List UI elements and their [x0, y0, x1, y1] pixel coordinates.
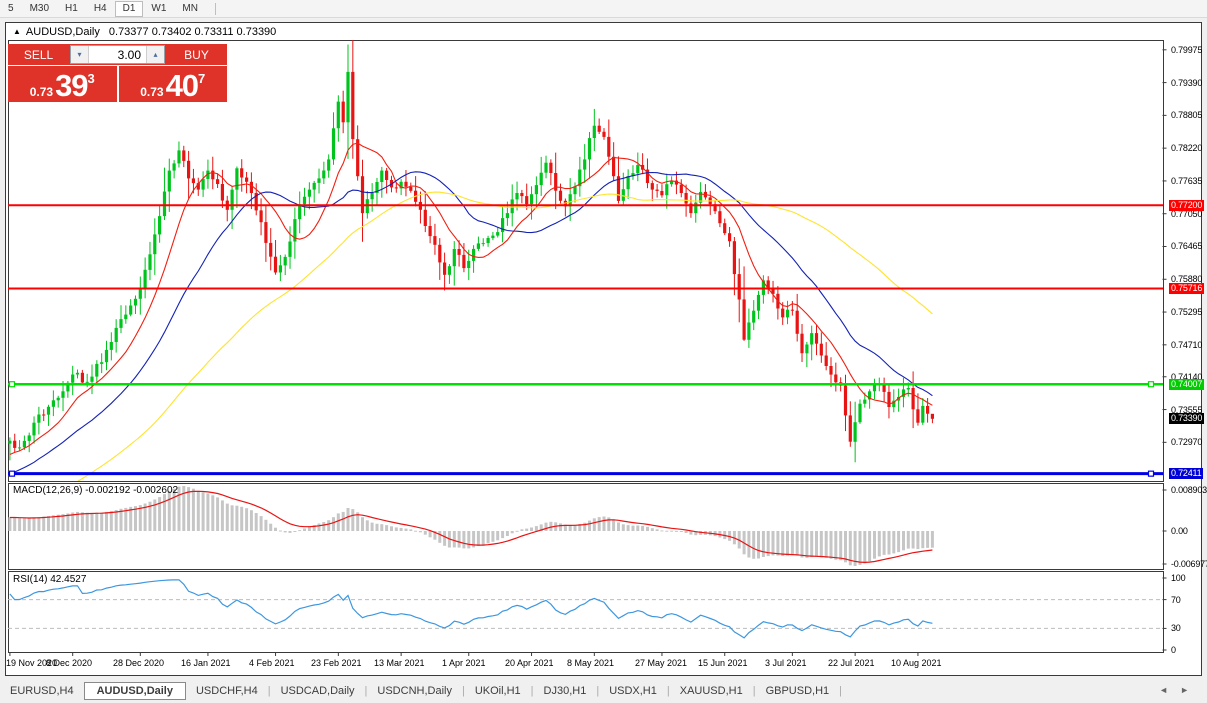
price-label-box-0.74007: 0.74007	[1169, 379, 1204, 390]
rsi-axis-0: 0	[1171, 645, 1176, 655]
price-label-box-0.72411: 0.72411	[1169, 468, 1203, 479]
price-tick-0.75295: 0.75295	[1171, 307, 1202, 317]
collapse-triangle-icon[interactable]: ▲	[13, 27, 21, 36]
price-axis: 0.799750.793900.788050.782200.776350.770…	[1165, 40, 1207, 674]
price-tick-0.79975: 0.79975	[1171, 45, 1202, 55]
toolbar-separator	[215, 3, 216, 15]
date-tick-label: 20 Apr 2021	[505, 658, 554, 668]
hline-0.72411[interactable]	[8, 471, 1163, 476]
tab-audusd-daily[interactable]: AUDUSD,Daily	[84, 682, 186, 700]
buy-price-big-digits: 40	[166, 73, 198, 98]
tab-dj30-h1[interactable]: DJ30,H1	[534, 682, 597, 700]
buy-button[interactable]: BUY	[166, 44, 227, 65]
price-label-box-0.75716: 0.75716	[1169, 283, 1204, 294]
price-label-box-0.77200: 0.77200	[1169, 200, 1204, 211]
chart-title-bar: ▲ AUDUSD,Daily 0.73377 0.73402 0.73311 0…	[6, 23, 1201, 40]
date-tick-label: 27 May 2021	[635, 658, 687, 668]
date-tick-label: 3 Jul 2021	[765, 658, 807, 668]
rsi-axis-70: 70	[1171, 595, 1181, 605]
tab-xauusd-h1[interactable]: XAUUSD,H1	[670, 682, 753, 700]
tab-scroll-arrows[interactable]: ◄►	[1159, 685, 1201, 695]
macd-axis--0.006977: -0.006977	[1171, 559, 1207, 569]
date-tick-label: 13 Mar 2021	[374, 658, 425, 668]
rsi-indicator-label: RSI(14) 42.4527	[13, 574, 86, 585]
price-tick-0.78805: 0.78805	[1171, 110, 1202, 120]
sell-button[interactable]: SELL	[8, 44, 69, 65]
price-tick-0.77635: 0.77635	[1171, 176, 1202, 186]
tf-button-M30[interactable]: M30	[22, 1, 57, 17]
tab-ukoil-h1[interactable]: UKOil,H1	[465, 682, 531, 700]
sma-10-line	[10, 143, 933, 454]
candles-layer[interactable]	[8, 40, 934, 462]
volume-decrease-button[interactable]: ▾	[71, 46, 89, 63]
tf-button-MN[interactable]: MN	[174, 1, 206, 17]
date-tick-label: 1 Apr 2021	[442, 658, 486, 668]
macd-histogram	[8, 486, 934, 566]
date-tick-label: 28 Dec 2020	[113, 658, 164, 668]
date-tick-label: 10 Aug 2021	[891, 658, 942, 668]
price-chart-svg[interactable]	[6, 40, 1201, 674]
tf-button-H4[interactable]: H4	[86, 1, 115, 17]
date-tick-label: 8 Dec 2020	[46, 658, 92, 668]
chart-tab-bar: EURUSD,H4AUDUSD,DailyUSDCHF,H4 | USDCAD,Da…	[0, 678, 1207, 703]
sell-price-prefix: 0.73	[30, 86, 53, 98]
rsi-axis-100: 100	[1171, 573, 1185, 583]
rsi-axis-30: 30	[1171, 623, 1181, 633]
price-tick-0.72970: 0.72970	[1171, 437, 1202, 447]
timeframe-toolbar: 5M30H1H4D1W1MN	[0, 0, 1207, 18]
sell-price-big-digits: 39	[55, 73, 87, 98]
chart-window: ▲ AUDUSD,Daily 0.73377 0.73402 0.73311 0…	[5, 22, 1202, 676]
macd-signal-line	[10, 491, 933, 562]
chart-symbol-title: AUDUSD,Daily	[26, 26, 100, 38]
price-tick-0.79390: 0.79390	[1171, 78, 1202, 88]
tab-usdx-h1[interactable]: USDX,H1	[599, 682, 667, 700]
pane-frames	[9, 41, 1164, 653]
tab-usdchf-h4[interactable]: USDCHF,H4	[186, 682, 268, 700]
tab-gbpusd-h1[interactable]: GBPUSD,H1	[756, 682, 840, 700]
tf-button-H1[interactable]: H1	[57, 1, 86, 17]
date-axis: 19 Nov 20208 Dec 202028 Dec 202016 Jan 2…	[6, 656, 1164, 670]
macd-axis-0.008903: 0.008903	[1171, 485, 1207, 495]
date-tick-label: 15 Jun 2021	[698, 658, 748, 668]
buy-price[interactable]: 0.73 40 7	[119, 66, 228, 102]
tf-button-5[interactable]: 5	[0, 1, 22, 17]
price-label-box-0.73390: 0.73390	[1169, 413, 1204, 424]
tab-usdcad-daily[interactable]: USDCAD,Daily	[271, 682, 365, 700]
tf-button-W1[interactable]: W1	[143, 1, 174, 17]
macd-indicator-label: MACD(12,26,9) -0.002192 -0.002602	[13, 485, 178, 496]
volume-input[interactable]: 3.00	[89, 46, 146, 63]
rsi-line	[10, 580, 933, 638]
price-tick-0.76465: 0.76465	[1171, 241, 1202, 251]
date-tick-label: 23 Feb 2021	[311, 658, 362, 668]
volume-increase-button[interactable]: ▴	[146, 46, 164, 63]
hline-0.74007[interactable]	[8, 382, 1163, 387]
date-tick-label: 8 May 2021	[567, 658, 614, 668]
chart-ohlc-quotes: 0.73377 0.73402 0.73311 0.73390	[109, 26, 276, 38]
one-click-trading-panel: SELL ▾ 3.00 ▴ BUY 0.73 39 3 0.73 40 7	[8, 44, 227, 102]
tab-separator: |	[839, 685, 842, 697]
date-tick-label: 16 Jan 2021	[181, 658, 231, 668]
sell-price-pip-fraction: 3	[88, 71, 95, 86]
tf-button-D1[interactable]: D1	[115, 1, 144, 17]
buy-price-prefix: 0.73	[140, 86, 163, 98]
price-tick-0.78220: 0.78220	[1171, 143, 1202, 153]
buy-price-pip-fraction: 7	[198, 71, 205, 86]
tab-usdcnh-daily[interactable]: USDCNH,Daily	[367, 682, 462, 700]
macd-axis-0.00: 0.00	[1171, 526, 1188, 536]
date-tick-label: 4 Feb 2021	[249, 658, 295, 668]
volume-spinner: ▾ 3.00 ▴	[70, 45, 165, 64]
tab-eurusd-h4[interactable]: EURUSD,H4	[0, 682, 84, 700]
price-tick-0.74710: 0.74710	[1171, 340, 1202, 350]
sell-price[interactable]: 0.73 39 3	[8, 66, 119, 102]
date-tick-label: 22 Jul 2021	[828, 658, 875, 668]
